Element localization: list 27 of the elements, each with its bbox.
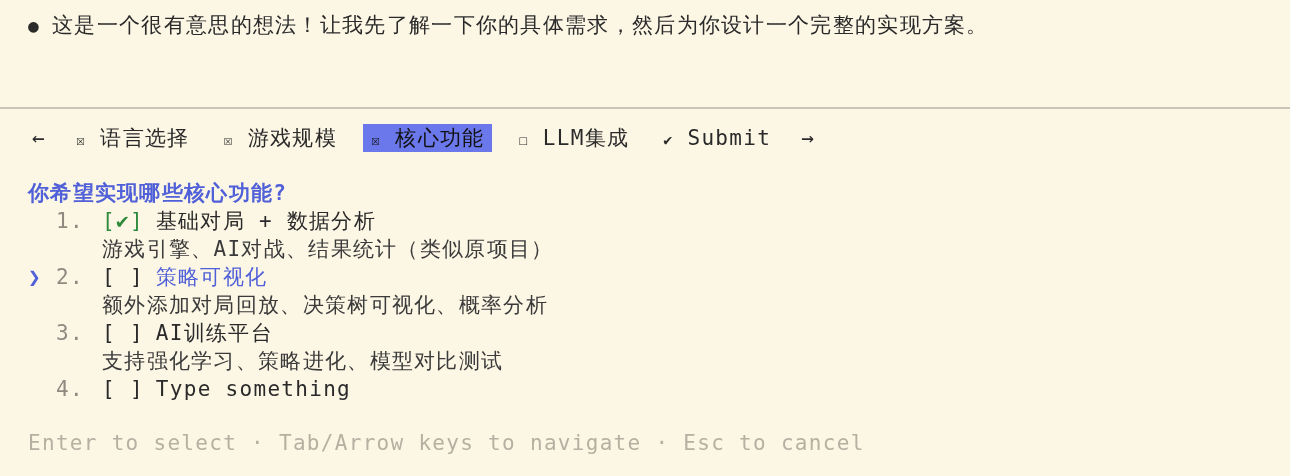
option-label[interactable]: 基础对局 + 数据分析 [155,207,377,235]
checkbox[interactable]: [ ] [102,265,144,289]
tab[interactable]: ☒ 游戏规模 [215,124,345,152]
tab[interactable]: ✔ Submit [655,126,780,150]
option-label[interactable]: AI训练平台 [155,319,273,347]
option-number: 3. [56,321,85,345]
bullet-icon: ● [28,14,41,36]
next-arrow[interactable]: → [797,126,820,150]
checkbox[interactable]: [ ] [102,321,144,345]
keyboard-hint: Enter to select · Tab/Arrow keys to navigate · Esc to cancel [27,430,866,457]
checkbox[interactable]: [✔] [102,209,144,233]
option-description: 游戏引擎、AI对战、结果统计（类似原项目） [102,236,554,263]
option-description: 支持强化学习、策略进化、模型对比测试 [102,348,504,375]
option-number: 2. [56,265,85,289]
option-number: 4. [56,377,85,401]
question-text: 你希望实现哪些核心功能? [26,180,289,207]
previous-arrow[interactable]: ← [28,126,50,150]
tab[interactable]: ☐ LLM集成 [510,124,638,152]
message-text: 这是一个很有意思的想法！让我先了解一下你的具体需求，然后为你设计一个完整的实现方案。 [52,12,989,39]
tab[interactable]: ☒ 语言选择 [67,124,198,152]
tab[interactable]: ☒ 核心功能 [362,124,493,152]
cursor-icon: ❯ [28,265,42,289]
option-description: 额外添加对局回放、决策树可视化、概率分析 [102,292,548,319]
option-number: 1. [56,209,85,233]
option-label[interactable]: 策略可视化 [155,263,268,291]
option-label[interactable]: Type something [155,377,352,401]
checkbox[interactable]: [ ] [102,377,144,401]
